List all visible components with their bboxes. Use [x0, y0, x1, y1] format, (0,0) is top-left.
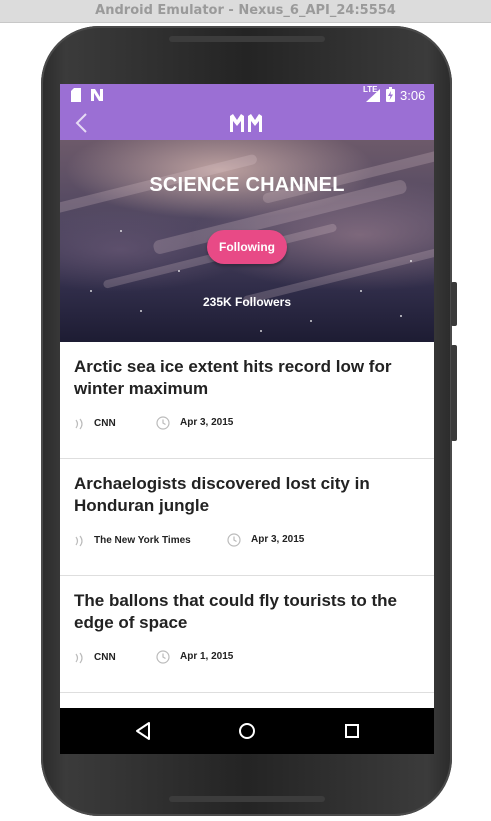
star: [260, 330, 262, 332]
emulator-title-bar: Android Emulator - Nexus_6_API_24:5554: [0, 0, 491, 23]
article-date: Apr 1, 2015: [180, 651, 234, 662]
app-logo-icon: [230, 114, 262, 132]
article-title[interactable]: Arctic sea ice extent hits record low fo…: [74, 356, 414, 400]
article-title[interactable]: The ballons that could fly tourists to t…: [74, 590, 414, 634]
sd-card-icon: [71, 88, 81, 102]
star: [140, 310, 142, 312]
article-card[interactable]: The ballons that could fly tourists to t…: [60, 576, 434, 693]
star: [400, 315, 402, 317]
channel-header: SCIENCE CHANNEL Following 235K Followers: [60, 140, 434, 342]
window-title: Android Emulator - Nexus_6_API_24:5554: [95, 3, 396, 18]
article-source: The New York Times: [94, 535, 191, 546]
article-date: Apr 3, 2015: [251, 534, 305, 545]
star: [90, 290, 92, 292]
home-circle-icon[interactable]: [234, 718, 260, 744]
navigation-bar: [60, 708, 434, 754]
article-card[interactable]: Archaelogists discovered lost city in Ho…: [60, 459, 434, 576]
device-screen: LTE 3:06 SCIENCE CHANNEL Following 235K …: [60, 84, 434, 754]
star: [360, 290, 362, 292]
article-meta: The New York Times Apr 3, 2015: [74, 533, 414, 549]
power-button: [451, 282, 457, 326]
article-title[interactable]: Archaelogists discovered lost city in Ho…: [74, 473, 414, 517]
article-meta: CNN Apr 1, 2015: [74, 650, 414, 666]
rss-wave-icon: [75, 535, 83, 547]
battery-icon: [386, 87, 395, 102]
channel-title: SCIENCE CHANNEL: [149, 174, 345, 196]
status-bar: LTE 3:06: [60, 84, 434, 106]
clock-icon: [156, 650, 170, 664]
bottom-speaker-grille: [169, 796, 325, 802]
star: [310, 320, 312, 322]
recents-square-icon[interactable]: [339, 718, 365, 744]
star: [410, 260, 412, 262]
chevron-left-icon[interactable]: [72, 111, 94, 135]
rss-wave-icon: [75, 652, 83, 664]
top-speaker-grille: [169, 36, 325, 42]
clock-icon: [156, 416, 170, 430]
article-source: CNN: [94, 652, 116, 663]
app-toolbar: [60, 106, 434, 140]
followers-count: 235K Followers: [202, 295, 292, 309]
article-source: CNN: [94, 418, 116, 429]
back-triangle-icon[interactable]: [130, 718, 156, 744]
article-meta: CNN Apr 3, 2015: [74, 416, 414, 432]
notification-n-icon: [91, 89, 103, 101]
clock-time: 3:06: [400, 88, 426, 103]
article-card[interactable]: Arctic sea ice extent hits record low fo…: [60, 342, 434, 459]
star: [178, 270, 180, 272]
volume-button: [451, 345, 457, 441]
star: [120, 230, 122, 232]
article-list: Arctic sea ice extent hits record low fo…: [60, 342, 434, 708]
article-date: Apr 3, 2015: [180, 417, 234, 428]
following-button[interactable]: Following: [207, 230, 287, 264]
rss-wave-icon: [75, 418, 83, 430]
clock-icon: [227, 533, 241, 547]
signal-icon: [366, 89, 380, 102]
